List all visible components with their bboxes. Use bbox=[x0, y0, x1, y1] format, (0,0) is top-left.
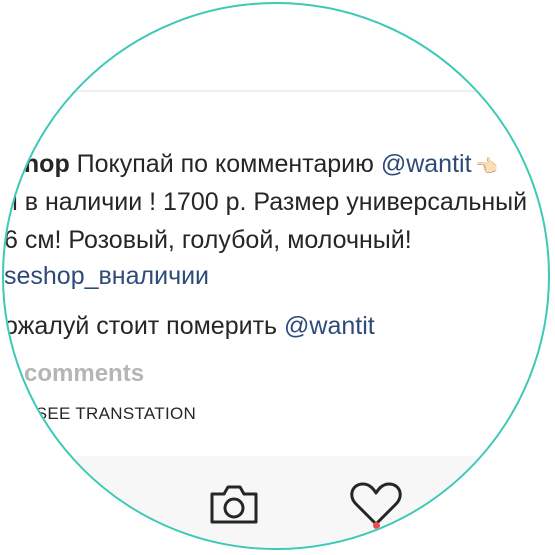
view-comments-link[interactable]: 5 comments bbox=[4, 360, 144, 388]
post-meta: 0 · SEE TRANSTATION bbox=[4, 404, 196, 424]
comment-line: ожалуй стоит померить @wantit bbox=[4, 310, 375, 342]
caption-line-3: 6 см! Розовый, голубой, молочный! bbox=[4, 226, 412, 254]
search-icon[interactable] bbox=[52, 474, 112, 534]
caption-line-1: shop Покупай по комментарию @wantit 👈🏻 bbox=[10, 148, 498, 182]
comment-mention[interactable]: @wantit bbox=[284, 312, 375, 340]
comment-text: ожалуй стоит померить bbox=[4, 312, 285, 340]
tab-bar bbox=[4, 456, 548, 548]
pointing-hand-emoji: 👈🏻 bbox=[475, 156, 498, 176]
caption-line-2: н в наличии ! 1700 р. Размер универсальн… bbox=[4, 188, 528, 216]
caption-text: Покупай по комментарию bbox=[69, 150, 381, 178]
divider bbox=[4, 90, 548, 92]
meta-separator: · bbox=[21, 404, 28, 423]
zoom-circle: shop Покупай по комментарию @wantit 👈🏻 н … bbox=[2, 2, 550, 550]
caption-hashtag[interactable]: seshop_вналичии bbox=[4, 260, 209, 292]
activity-badge bbox=[373, 522, 380, 529]
caption-mention[interactable]: @wantit bbox=[381, 150, 472, 178]
camera-icon[interactable] bbox=[204, 474, 264, 534]
see-translation-button[interactable]: SEE TRANSTATION bbox=[36, 404, 196, 423]
caption-username[interactable]: shop bbox=[10, 150, 70, 178]
post-time: 0 bbox=[4, 404, 14, 423]
